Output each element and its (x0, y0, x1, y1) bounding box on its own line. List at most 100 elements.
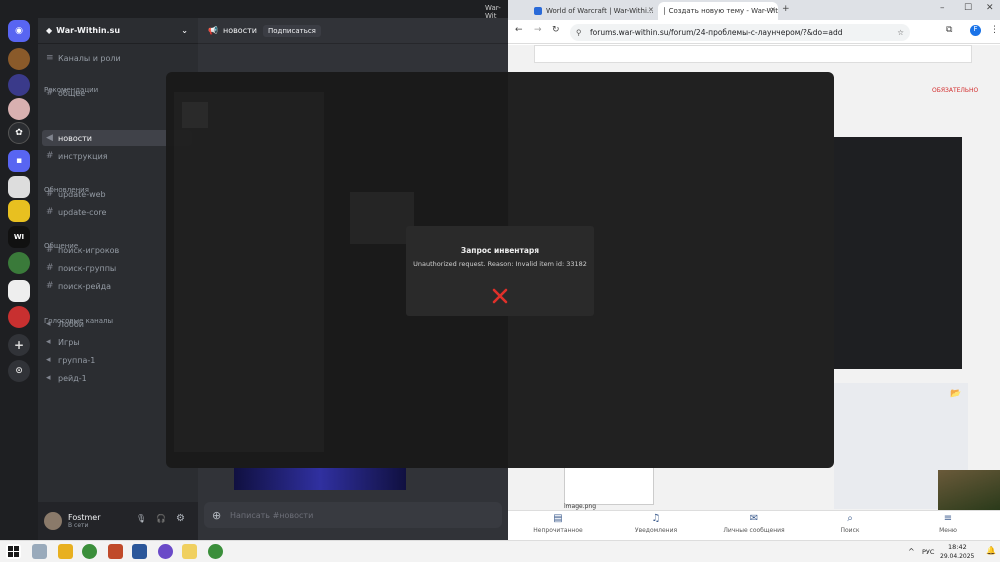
gear-icon[interactable]: ⚙ (176, 513, 185, 524)
windows-taskbar: ^ РУС 18:42 29.04.2025 🔔 (0, 540, 1000, 562)
tab-create-topic[interactable]: Создать новую тему - War-Wit (658, 2, 778, 20)
app-icon-2[interactable] (158, 544, 173, 559)
dialog-title: Запрос инвентаря (460, 246, 540, 255)
channel-title: новости (222, 26, 257, 35)
chevron-up-icon[interactable]: ^ (908, 547, 915, 556)
clock-date[interactable]: 29.04.2025 (940, 553, 974, 560)
channel-label: новости (58, 133, 92, 143)
minimize-icon[interactable]: – (940, 3, 945, 13)
speaker-icon: ◂ (46, 355, 51, 365)
kebab-menu-icon[interactable]: ⋮ (990, 25, 999, 35)
start-icon[interactable] (6, 544, 21, 559)
task-view-icon[interactable] (32, 544, 47, 559)
bottom-nav-label: Меню (939, 527, 957, 534)
url-input[interactable]: ⚲ forums.war-within.su/forum/24-проблемы… (570, 24, 910, 41)
bell-icon[interactable]: 🔔 (986, 546, 996, 555)
tab-create-topic-label: Создать новую тему - War-Wit (668, 7, 778, 15)
explore-icon[interactable]: ⊙ (8, 360, 30, 382)
channel-label: общее (58, 88, 86, 98)
chevron-down-icon: ⌄ (181, 26, 188, 35)
bottom-nav-item[interactable]: ≡ Меню (908, 513, 988, 534)
server-icon-3[interactable] (8, 98, 30, 120)
attachment-thumbnail (564, 465, 654, 505)
clock-time[interactable]: 18:42 (948, 543, 967, 551)
channel-label: update-core (58, 207, 107, 217)
tab-wow-label: World of Warcraft | War-Withi... (546, 7, 654, 15)
server-icon-4[interactable]: ✿ (8, 122, 30, 144)
attachment-name: image.png (564, 503, 597, 510)
folder-icon[interactable]: 📂 (950, 389, 961, 399)
embedded-screenshot (834, 137, 962, 369)
add-server-icon[interactable]: + (8, 334, 30, 356)
new-tab-icon[interactable]: + (782, 4, 790, 14)
bookmark-star-icon[interactable]: ☆ (897, 28, 904, 37)
discord-home-icon[interactable]: ◉ (8, 20, 30, 42)
server-icon-6[interactable] (8, 176, 30, 198)
megaphone-icon: 📢 (208, 26, 218, 35)
server-header-icon: ◆ (46, 26, 53, 35)
bottom-nav-label: Непрочитанное (533, 527, 583, 534)
language-indicator[interactable]: РУС (922, 548, 934, 556)
dialog-message: Unauthorized request. Reason: Invalid it… (413, 260, 587, 268)
server-icon-1[interactable] (8, 48, 30, 70)
subscribe-button[interactable]: Подписаться (262, 24, 321, 37)
launcher-panel-left (174, 92, 324, 452)
bottom-nav-label: Уведомления (634, 527, 678, 534)
bottom-nav-item[interactable]: ⌕ Поиск (810, 513, 890, 534)
server-header[interactable]: ◆ War-Within.su ⌄ (38, 18, 198, 44)
channel-label: поиск-игроков (58, 245, 120, 255)
bottom-nav-item[interactable]: ✉ Личные сообщения (714, 513, 794, 534)
tab-wow[interactable]: World of Warcraft | War-Withi... (528, 2, 656, 20)
speaker-icon: ◂ (46, 337, 51, 347)
server-icon-9[interactable] (8, 280, 30, 302)
bottom-nav-label: Личные сообщения (723, 527, 785, 534)
server-icon-10[interactable] (8, 306, 30, 328)
chrome-icon-2[interactable] (208, 544, 223, 559)
message-placeholder: Написать #новости (230, 510, 314, 520)
speaker-icon: ◂ (46, 319, 51, 329)
profile-icon[interactable]: F (970, 25, 981, 36)
message-input[interactable]: ⊕ Написать #новости (204, 502, 502, 528)
close-icon[interactable]: ✕ (648, 6, 654, 14)
required-label: ОБЯЗАТЕЛЬНО (932, 87, 979, 94)
site-info-icon[interactable]: ⚲ (576, 28, 582, 37)
bottom-nav-item[interactable]: ▤ Непрочитанное (518, 513, 598, 534)
server-icon-7[interactable] (8, 200, 30, 222)
megaphone-icon: ◀ (46, 133, 53, 143)
close-icon[interactable]: ✕ (770, 6, 776, 14)
user-status: В сети (68, 522, 89, 529)
back-icon[interactable]: ← (515, 25, 523, 35)
channel-label: поиск-рейда (58, 281, 112, 291)
user-panel: Fostmer В сети 🎙 🎧 ⚙ (38, 502, 198, 540)
plus-icon[interactable]: ⊕ (212, 509, 221, 522)
error-cross-icon (492, 288, 508, 304)
forward-icon[interactable]: → (534, 25, 542, 35)
app-icon-3[interactable] (182, 544, 197, 559)
hash-icon: # (46, 88, 54, 98)
file-explorer-icon[interactable] (58, 544, 73, 559)
speaker-icon: ◂ (46, 373, 51, 383)
server-icon-5[interactable]: ▪ (8, 150, 30, 172)
chrome-icon[interactable] (82, 544, 97, 559)
mic-icon[interactable]: 🎙 (136, 514, 146, 523)
headphones-icon[interactable]: 🎧 (156, 514, 166, 523)
close-window-icon[interactable]: ✕ (986, 3, 994, 13)
avatar[interactable] (44, 512, 62, 530)
server-icon-8[interactable] (8, 252, 30, 274)
channel-header: 📢 новости Подписаться (198, 18, 508, 44)
server-icon-wi[interactable]: WI (8, 226, 30, 248)
channels-roles-item[interactable]: ≡ Каналы и роли (42, 50, 192, 66)
extensions-icon[interactable]: ⧉ (946, 25, 952, 35)
hash-icon: # (46, 189, 54, 199)
list-icon: ≡ (46, 53, 54, 63)
reload-icon[interactable]: ↻ (552, 25, 560, 35)
channel-label: инструкция (58, 151, 108, 161)
app-icon-1[interactable] (108, 544, 123, 559)
editor-area[interactable] (534, 45, 972, 63)
word-icon[interactable] (132, 544, 147, 559)
channel-label: группа-1 (58, 355, 96, 365)
maximize-icon[interactable]: ☐ (964, 3, 972, 13)
bottom-nav-item[interactable]: ♫ Уведомления (616, 513, 696, 534)
server-icon-2[interactable] (8, 74, 30, 96)
launcher-art (350, 192, 414, 244)
